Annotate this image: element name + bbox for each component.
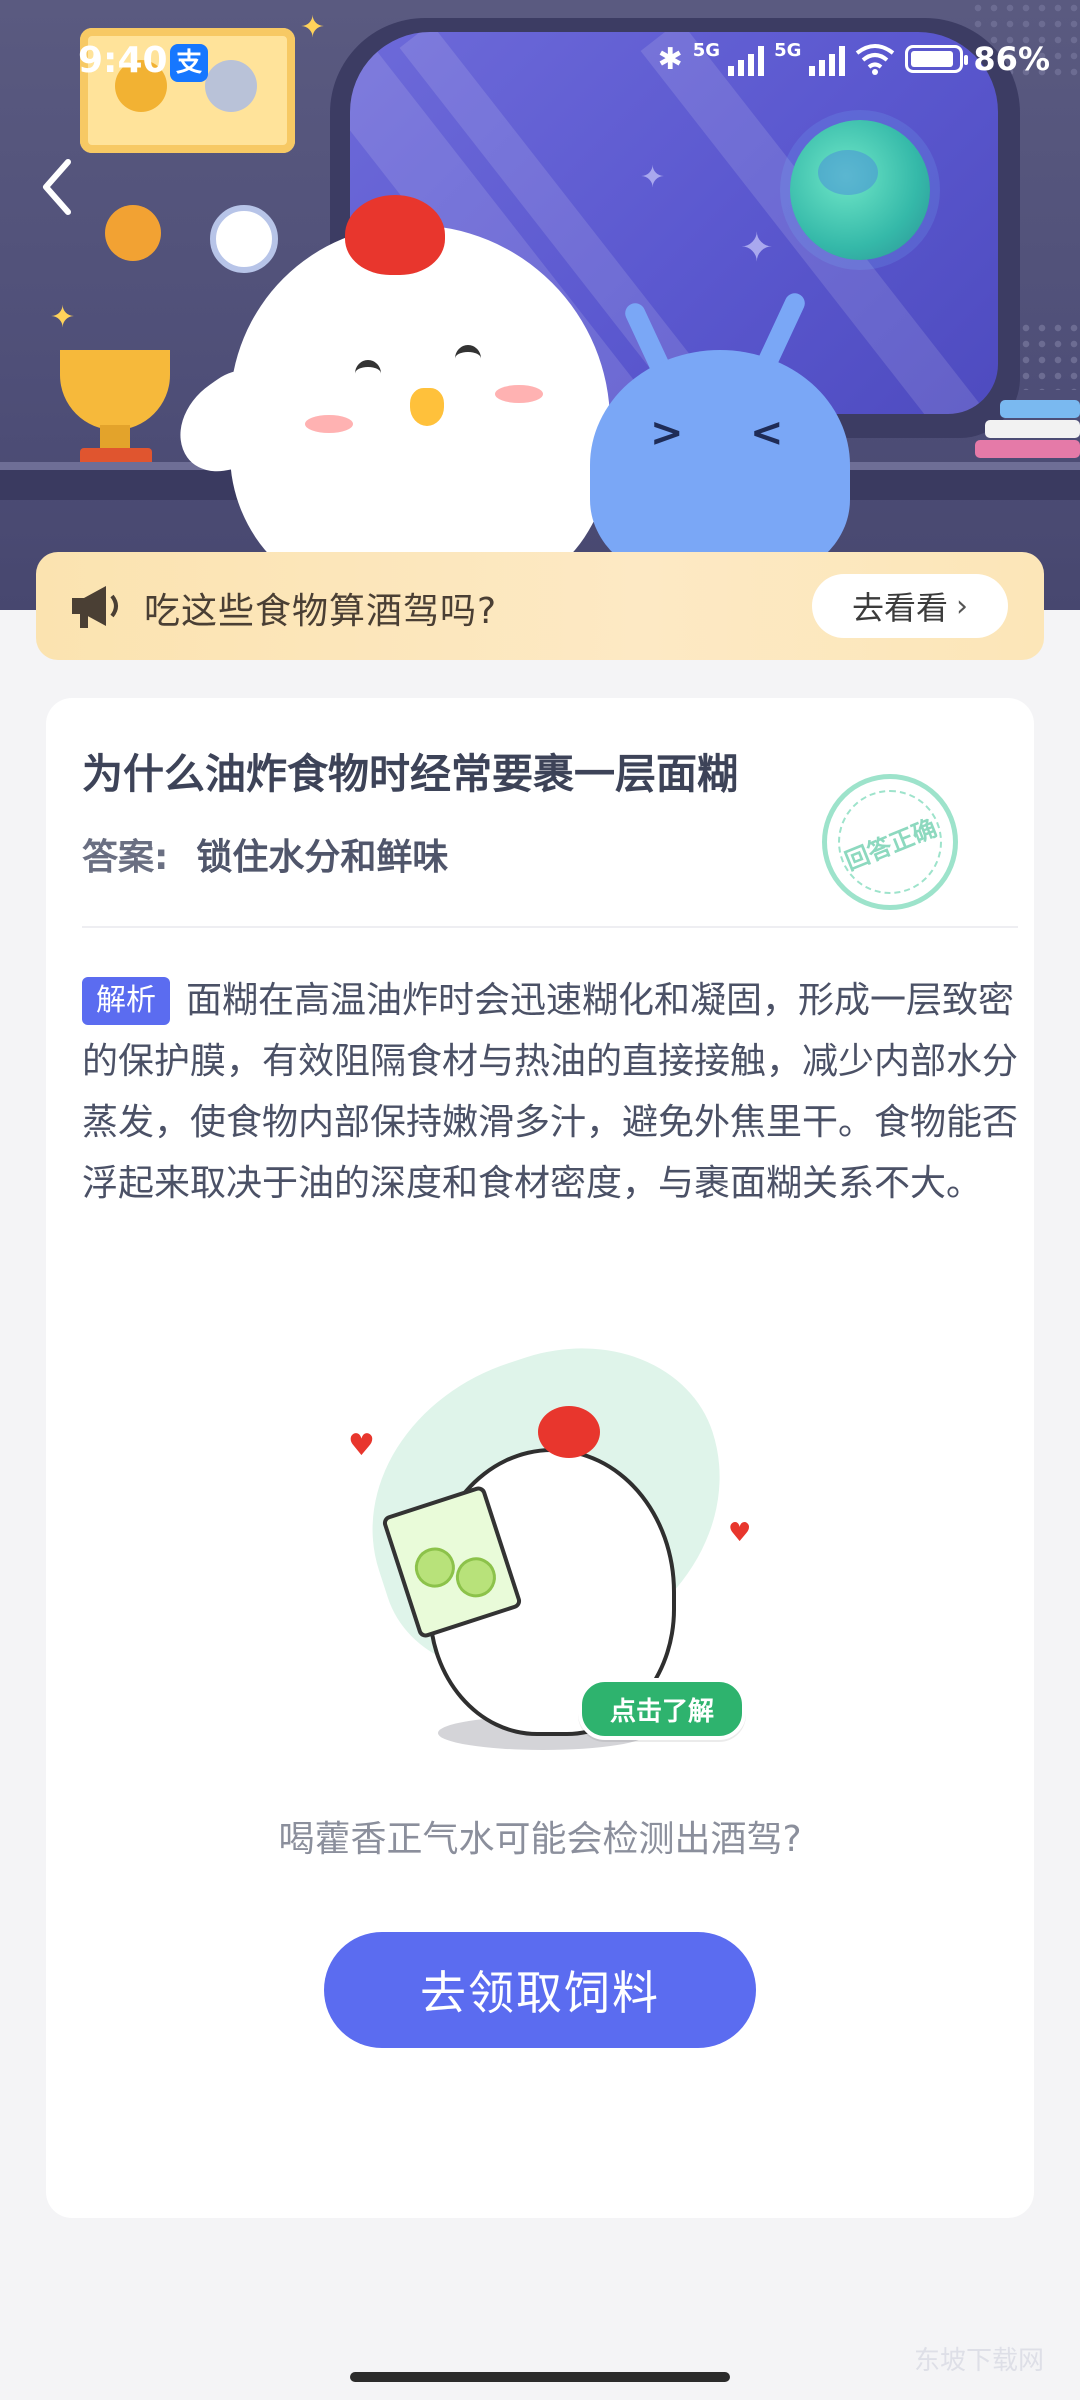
status-bar: 9:40 支 ✱ 5G 5G 86% bbox=[0, 0, 1080, 120]
view-button[interactable]: 去看看 › bbox=[812, 574, 1008, 638]
divider bbox=[82, 926, 1018, 928]
notice-banner[interactable]: 吃这些食物算酒驾吗? 去看看 › bbox=[36, 552, 1044, 660]
star-icon: ✦ bbox=[740, 225, 774, 271]
learn-more-badge[interactable]: 点击了解 bbox=[578, 1678, 746, 1740]
heart-icon: ♥ bbox=[728, 1518, 752, 1548]
home-indicator[interactable] bbox=[350, 2372, 730, 2382]
heart-icon: ♥ bbox=[348, 1428, 375, 1463]
stamp-text: 回答正确 bbox=[841, 813, 941, 876]
trophy-icon bbox=[60, 350, 170, 430]
question-title: 为什么油炸食物时经常要裹一层面糊 bbox=[82, 750, 738, 798]
bluetooth-icon: ✱ bbox=[657, 41, 683, 77]
network-type: 5G bbox=[774, 40, 802, 61]
explanation: 解析 面糊在高温油炸时会迅速糊化和凝固，形成一层致密的保护膜，有效阻隔食材与热油的… bbox=[82, 970, 1022, 1214]
banner-text: 吃这些食物算酒驾吗? bbox=[144, 591, 498, 632]
answer-row: 答案: 锁住水分和鲜味 bbox=[82, 828, 448, 880]
signal-icon bbox=[809, 42, 846, 76]
explanation-tag: 解析 bbox=[82, 977, 170, 1025]
watermark: 东坡下载网 bbox=[913, 2346, 1044, 2376]
star-icon: ✦ bbox=[640, 160, 666, 195]
alien-mascot: > < bbox=[590, 350, 850, 580]
promo-illustration[interactable]: ♥ ♥ 点击了解 bbox=[328, 1309, 808, 1768]
view-button-label: 去看看 bbox=[851, 589, 948, 627]
answer-label: 答案: bbox=[82, 837, 169, 878]
claim-feed-button[interactable]: 去领取饲料 bbox=[324, 1932, 756, 2048]
chevron-right-icon: › bbox=[956, 588, 968, 624]
chicken-comb bbox=[345, 195, 445, 275]
books-icon bbox=[970, 400, 1080, 470]
sparkle-icon: ✦ bbox=[50, 300, 76, 335]
wifi-icon bbox=[856, 44, 895, 75]
megaphone-icon bbox=[72, 586, 118, 628]
back-icon[interactable] bbox=[32, 152, 82, 222]
signal-icon bbox=[728, 42, 765, 76]
network-type: 5G bbox=[692, 40, 721, 61]
status-time: 9:40 bbox=[78, 40, 168, 81]
earth-icon bbox=[790, 120, 930, 260]
alipay-icon: 支 bbox=[170, 44, 208, 82]
answer-text: 锁住水分和鲜味 bbox=[196, 837, 449, 878]
bronze-medal-icon bbox=[105, 205, 161, 261]
battery-icon bbox=[905, 45, 969, 73]
answer-card: 为什么油炸食物时经常要裹一层面糊 答案: 锁住水分和鲜味 回答正确 解析 面糊在高温… bbox=[46, 698, 1034, 2218]
battery-percent: 86% bbox=[973, 40, 1050, 78]
related-question-link[interactable]: 喝藿香正气水可能会检测出酒驾? bbox=[46, 1810, 1034, 1862]
explanation-text: 面糊在高温油炸时会迅速糊化和凝固，形成一层致密的保护膜，有效阻隔食材与热油的直接… bbox=[82, 980, 1019, 1204]
silver-medal-icon bbox=[210, 205, 278, 273]
correct-stamp: 回答正确 bbox=[822, 774, 958, 910]
